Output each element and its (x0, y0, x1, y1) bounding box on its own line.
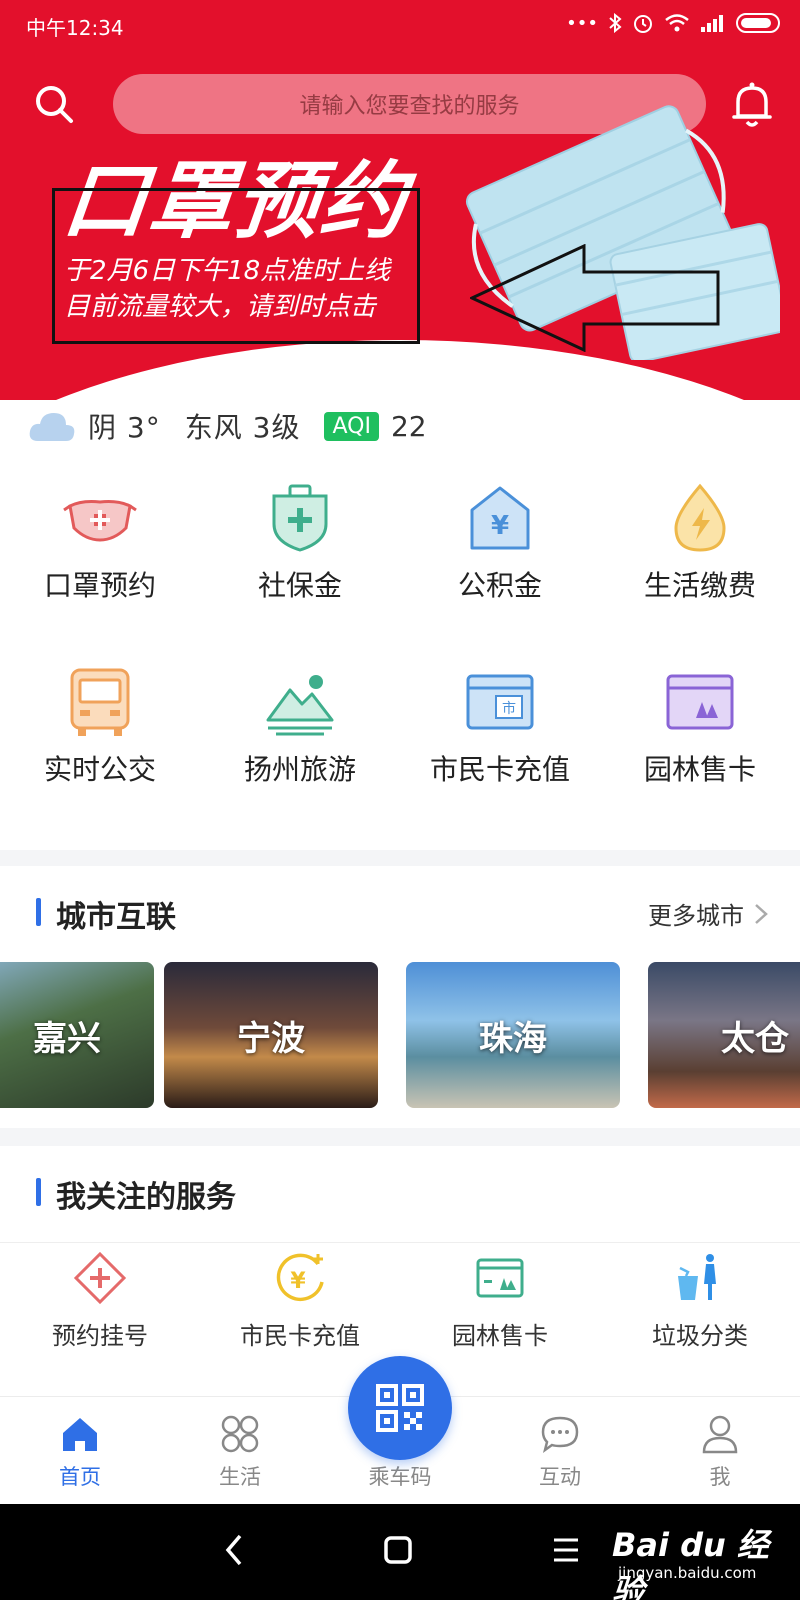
aqi-value: 22 (390, 409, 427, 443)
service-label: 市民卡充值 (240, 1322, 360, 1350)
more-cities-label: 更多城市 (648, 902, 744, 930)
cloud-icon (29, 413, 75, 441)
qr-code-icon (376, 1384, 424, 1432)
watermark-main: Bai du 经验 (612, 1526, 769, 1600)
quick-services-grid: 口罩预约 社保金 ¥ 公积金 生活缴费 实时公交 扬州旅游 市 市民卡充值 园林… (0, 480, 800, 804)
service-label: 园林售卡 (643, 753, 756, 786)
more-cities-link[interactable]: 更多城市 (648, 896, 768, 931)
tab-label: 乘车码 (368, 1465, 432, 1489)
alarm-icon (634, 15, 652, 33)
banner-line-1: 于2月6日下午18点准时上线 (64, 256, 391, 286)
cities-section: 城市互联 更多城市 嘉兴 宁波 珠海 太仓 (0, 866, 800, 1128)
weather-wind: 东风 3级 (184, 411, 301, 444)
service-yangzhou-tourism[interactable]: 扬州旅游 (200, 664, 400, 804)
followed-service-garden-card[interactable]: 园林售卡 (400, 1250, 600, 1351)
bluetooth-icon (609, 13, 622, 33)
status-bar: 中午12:34 ••• (0, 0, 800, 48)
svg-text:¥: ¥ (491, 511, 509, 541)
svg-text:市: 市 (502, 700, 516, 717)
service-utility-bills[interactable]: 生活缴费 (600, 480, 800, 620)
city-card-zhuhai[interactable]: 珠海 (406, 962, 620, 1108)
followed-service-waste-sorting[interactable]: 垃圾分类 (600, 1250, 800, 1351)
tab-me[interactable]: 我 (660, 1413, 780, 1491)
followed-service-appointment[interactable]: 预约挂号 (0, 1250, 200, 1351)
home-square-icon[interactable] (380, 1530, 420, 1570)
watermark-sub: jingyan.baidu.com (618, 1564, 757, 1582)
shield-plus-icon (272, 484, 328, 552)
yen-circle-icon: ¥ (276, 1253, 324, 1302)
city-name: 珠海 (479, 1018, 547, 1059)
signal-dots-icon: ••• (566, 12, 598, 34)
service-label: 园林售卡 (452, 1322, 548, 1350)
mountain-icon (266, 675, 334, 736)
section-title: 我关注的服务 (36, 1172, 236, 1216)
city-card-jiaxing[interactable]: 嘉兴 (0, 962, 154, 1108)
user-icon (702, 1415, 738, 1454)
system-nav-bar: Bai du 经验 jingyan.baidu.com (0, 1504, 800, 1600)
garden-ticket-icon (476, 1258, 524, 1298)
service-realtime-bus[interactable]: 实时公交 (0, 664, 200, 804)
drop-bolt-icon (674, 483, 726, 552)
tab-label: 首页 (59, 1465, 101, 1489)
service-label: 口罩预约 (43, 569, 156, 602)
tab-label: 互动 (539, 1465, 581, 1489)
service-label: 社保金 (257, 569, 342, 602)
city-card-icon: 市 (466, 674, 534, 730)
four-petal-icon (221, 1415, 259, 1453)
tab-interact[interactable]: 互动 (500, 1413, 620, 1491)
city-name: 太仓 (721, 1018, 789, 1059)
section-title: 城市互联 (36, 892, 176, 936)
menu-icon[interactable] (548, 1530, 584, 1570)
service-label: 公积金 (457, 569, 542, 602)
service-garden-card[interactable]: 园林售卡 (600, 664, 800, 804)
service-label: 垃圾分类 (652, 1322, 748, 1350)
cell-signal-icon (701, 15, 723, 32)
service-citizen-card-topup[interactable]: 市 市民卡充值 (400, 664, 600, 804)
tab-label: 生活 (219, 1465, 261, 1489)
service-mask-booking[interactable]: 口罩预约 (0, 480, 200, 620)
home-icon (63, 1418, 97, 1451)
hero-banner[interactable]: 中午12:34 ••• 请输入您要查找的服务 口罩预约 于2月6日下午18点准时… (0, 0, 800, 400)
followed-services-row: 预约挂号 ¥ 市民卡充值 园林售卡 垃圾分类 (0, 1250, 800, 1351)
status-time: 中午12:34 (26, 16, 124, 40)
service-label: 市民卡充值 (429, 753, 570, 786)
city-name: 宁波 (237, 1018, 305, 1059)
service-housing-fund[interactable]: ¥ 公积金 (400, 480, 600, 620)
annotation-arrow (470, 244, 720, 352)
city-carousel[interactable]: 嘉兴 宁波 珠海 太仓 (0, 962, 800, 1110)
service-label: 生活缴费 (643, 569, 756, 602)
city-card-taicang[interactable]: 太仓 (648, 962, 800, 1108)
service-social-security[interactable]: 社保金 (200, 480, 400, 620)
garden-card-icon (666, 674, 734, 730)
search-icon[interactable] (32, 82, 76, 126)
weather-bar[interactable]: 阴 3° 东风 3级 AQI 22 (28, 402, 427, 450)
status-icons: ••• (566, 12, 780, 34)
service-label: 扬州旅游 (243, 753, 356, 786)
mask-icon (63, 500, 137, 542)
tab-home[interactable]: 首页 (20, 1413, 140, 1491)
weather-condition: 阴 3° (88, 411, 161, 444)
service-label: 实时公交 (43, 753, 156, 786)
trash-sort-icon (678, 1254, 716, 1300)
house-yen-icon: ¥ (470, 486, 530, 550)
tab-life[interactable]: 生活 (180, 1413, 300, 1491)
medical-diamond-icon (73, 1251, 127, 1305)
svg-text:¥: ¥ (290, 1269, 306, 1294)
tab-label: 我 (709, 1465, 731, 1489)
ride-qr-button[interactable] (348, 1356, 452, 1460)
baidu-watermark: Bai du 经验 jingyan.baidu.com (612, 1520, 792, 1600)
chat-bubble-icon (541, 1416, 579, 1453)
bus-icon (70, 668, 130, 736)
service-label: 预约挂号 (52, 1322, 148, 1350)
divider (0, 1242, 800, 1243)
city-card-ningbo[interactable]: 宁波 (164, 962, 378, 1108)
city-name: 嘉兴 (33, 1018, 101, 1059)
wifi-icon (665, 14, 689, 32)
aqi-badge: AQI (324, 411, 379, 441)
chevron-right-icon (755, 903, 768, 924)
followed-service-card-topup[interactable]: ¥ 市民卡充值 (200, 1250, 400, 1351)
battery-icon (736, 13, 780, 33)
banner-line-2: 目前流量较大，请到时点击 (64, 292, 377, 322)
back-icon[interactable] (222, 1530, 246, 1570)
